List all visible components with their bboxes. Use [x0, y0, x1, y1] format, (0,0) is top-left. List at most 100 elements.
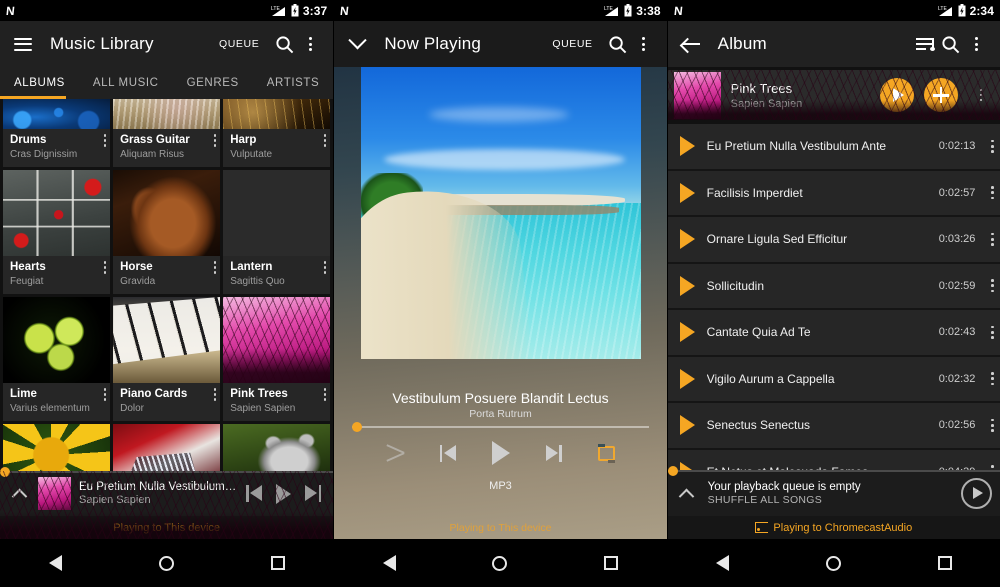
cast-status-bar[interactable]: Playing to ChromecastAudio [667, 516, 1000, 539]
search-button[interactable] [938, 31, 964, 57]
album-overflow-icon[interactable] [103, 134, 107, 147]
status-bar-left: N [5, 4, 15, 18]
track-row[interactable]: Cantate Quia Ad Te 0:02:43 [667, 310, 1000, 357]
track-overflow-icon[interactable] [991, 418, 994, 432]
track-row[interactable]: Ornare Ligula Sed Efficitur 0:03:26 [667, 217, 1000, 264]
nav-back-icon[interactable] [48, 555, 62, 571]
artwork-cloud [428, 107, 569, 122]
overflow-menu-button[interactable] [631, 31, 657, 57]
album-overflow-icon[interactable] [103, 261, 107, 274]
tab-albums[interactable]: ALBUMS [0, 67, 79, 99]
app-bar: Album [667, 21, 1000, 67]
queue-progress-bar[interactable] [667, 466, 1000, 476]
track-row[interactable]: Sollicitudin 0:02:59 [667, 263, 1000, 310]
menu-button[interactable] [10, 31, 36, 57]
queue-button[interactable]: QUEUE [552, 38, 592, 50]
track-overflow-icon[interactable] [991, 139, 994, 153]
play-icon[interactable] [491, 441, 510, 465]
nav-recents-icon[interactable] [270, 556, 285, 570]
album-overflow-icon[interactable] [103, 388, 107, 401]
android-n-logo-icon: N [339, 3, 350, 18]
queue-text: Your playback queue is empty SHUFFLE ALL… [708, 481, 951, 506]
album-art-horse [113, 170, 221, 256]
overflow-menu-icon [975, 37, 979, 51]
chevron-up-icon [678, 488, 695, 504]
skip-next-icon[interactable] [305, 485, 322, 502]
nav-home-icon[interactable] [825, 555, 841, 571]
album-overflow-icon[interactable] [323, 388, 327, 401]
status-bar-right: LTE 3:37 [271, 4, 327, 18]
album-art-harp [223, 99, 331, 129]
album-overflow-icon[interactable] [323, 134, 327, 147]
cast-status-text: Playing to ChromecastAudio [773, 521, 913, 534]
cast-status-bar[interactable]: Playing to This device [334, 517, 666, 539]
track-row[interactable]: Vigilo Aurum a Cappella 0:02:32 [667, 356, 1000, 403]
expand-queue-button[interactable] [676, 482, 698, 504]
album-card[interactable]: Horse Gravida [113, 170, 221, 294]
nav-back-icon[interactable] [716, 555, 730, 571]
back-button[interactable] [678, 31, 704, 57]
track-overflow-icon[interactable] [991, 279, 994, 293]
album-overflow-icon[interactable] [323, 261, 327, 274]
page-title: Album [717, 34, 767, 53]
nav-home-icon[interactable] [158, 555, 174, 571]
play-icon[interactable] [679, 182, 695, 203]
track-duration: 0:02:32 [938, 372, 976, 385]
repeat-icon[interactable] [597, 443, 615, 463]
track-overflow-icon[interactable] [991, 186, 994, 200]
play-icon[interactable] [679, 136, 695, 157]
status-bar-right: LTE 2:34 [938, 4, 994, 18]
search-button[interactable] [605, 31, 631, 57]
search-button[interactable] [271, 31, 297, 57]
play-icon[interactable] [679, 229, 695, 250]
track-row[interactable]: Eu Pretium Nulla Vestibulum Ante 0:02:13 [667, 124, 1000, 171]
album-title: Drums [10, 134, 47, 146]
shuffle-icon[interactable] [386, 445, 404, 461]
track-row[interactable]: Senectus Senectus 0:02:56 [667, 403, 1000, 450]
tab-all-music[interactable]: ALL MUSIC [79, 67, 173, 99]
queue-music-button[interactable] [912, 31, 938, 57]
collapse-player-button[interactable] [344, 30, 370, 57]
album-card[interactable]: Pink Trees Sapien Sapien [223, 297, 331, 421]
tab-artists[interactable]: ARTISTS [253, 67, 334, 99]
album-card[interactable]: Hearts Feugiat [3, 170, 111, 294]
track-overflow-icon[interactable] [991, 232, 994, 246]
skip-next-icon[interactable] [545, 444, 562, 462]
track-duration: 0:02:56 [938, 419, 976, 432]
system-navigation-bar [334, 539, 667, 587]
progress-thumb[interactable] [667, 466, 678, 476]
album-card[interactable]: Harp Vulputate [223, 99, 331, 167]
album-overflow-icon[interactable] [213, 134, 217, 147]
play-icon[interactable] [679, 415, 695, 436]
skip-previous-icon[interactable] [246, 485, 263, 502]
play-icon[interactable] [679, 368, 695, 389]
album-card[interactable]: Piano Cards Dolor [113, 297, 221, 421]
nav-recents-icon[interactable] [937, 556, 952, 570]
track-overflow-icon[interactable] [991, 372, 994, 386]
album-overflow-icon[interactable] [213, 261, 217, 274]
seek-bar[interactable] [352, 422, 649, 432]
overflow-menu-button[interactable] [297, 31, 323, 57]
album-card[interactable]: Drums Cras Dignissim [3, 99, 111, 167]
overflow-menu-button[interactable] [964, 31, 990, 57]
play-icon[interactable] [679, 322, 695, 343]
album-card[interactable]: Lantern Sagittis Quo [223, 170, 331, 294]
queue-button[interactable]: QUEUE [219, 38, 259, 50]
play-icon[interactable] [679, 275, 695, 296]
nav-home-icon[interactable] [492, 555, 508, 571]
album-subtitle: Gravida [120, 276, 156, 287]
album-card[interactable]: Lime Varius elementum [3, 297, 111, 421]
shuffle-all-songs-button[interactable]: SHUFFLE ALL SONGS [708, 494, 951, 506]
track-overflow-icon[interactable] [991, 325, 994, 339]
skip-previous-icon[interactable] [439, 444, 456, 462]
play-circle-button[interactable] [960, 477, 992, 509]
tab-genres[interactable]: GENRES [173, 67, 253, 99]
now-playing-artwork[interactable] [361, 59, 642, 359]
nav-recents-icon[interactable] [604, 556, 619, 570]
album-art-hearts [3, 170, 111, 256]
status-bar: N LTE 3:37 [0, 0, 334, 21]
nav-back-icon[interactable] [382, 555, 396, 571]
track-row[interactable]: Facilisis Imperdiet 0:02:57 [667, 170, 1000, 217]
album-card[interactable]: Grass Guitar Aliquam Risus [113, 99, 221, 167]
album-overflow-icon[interactable] [213, 388, 217, 401]
